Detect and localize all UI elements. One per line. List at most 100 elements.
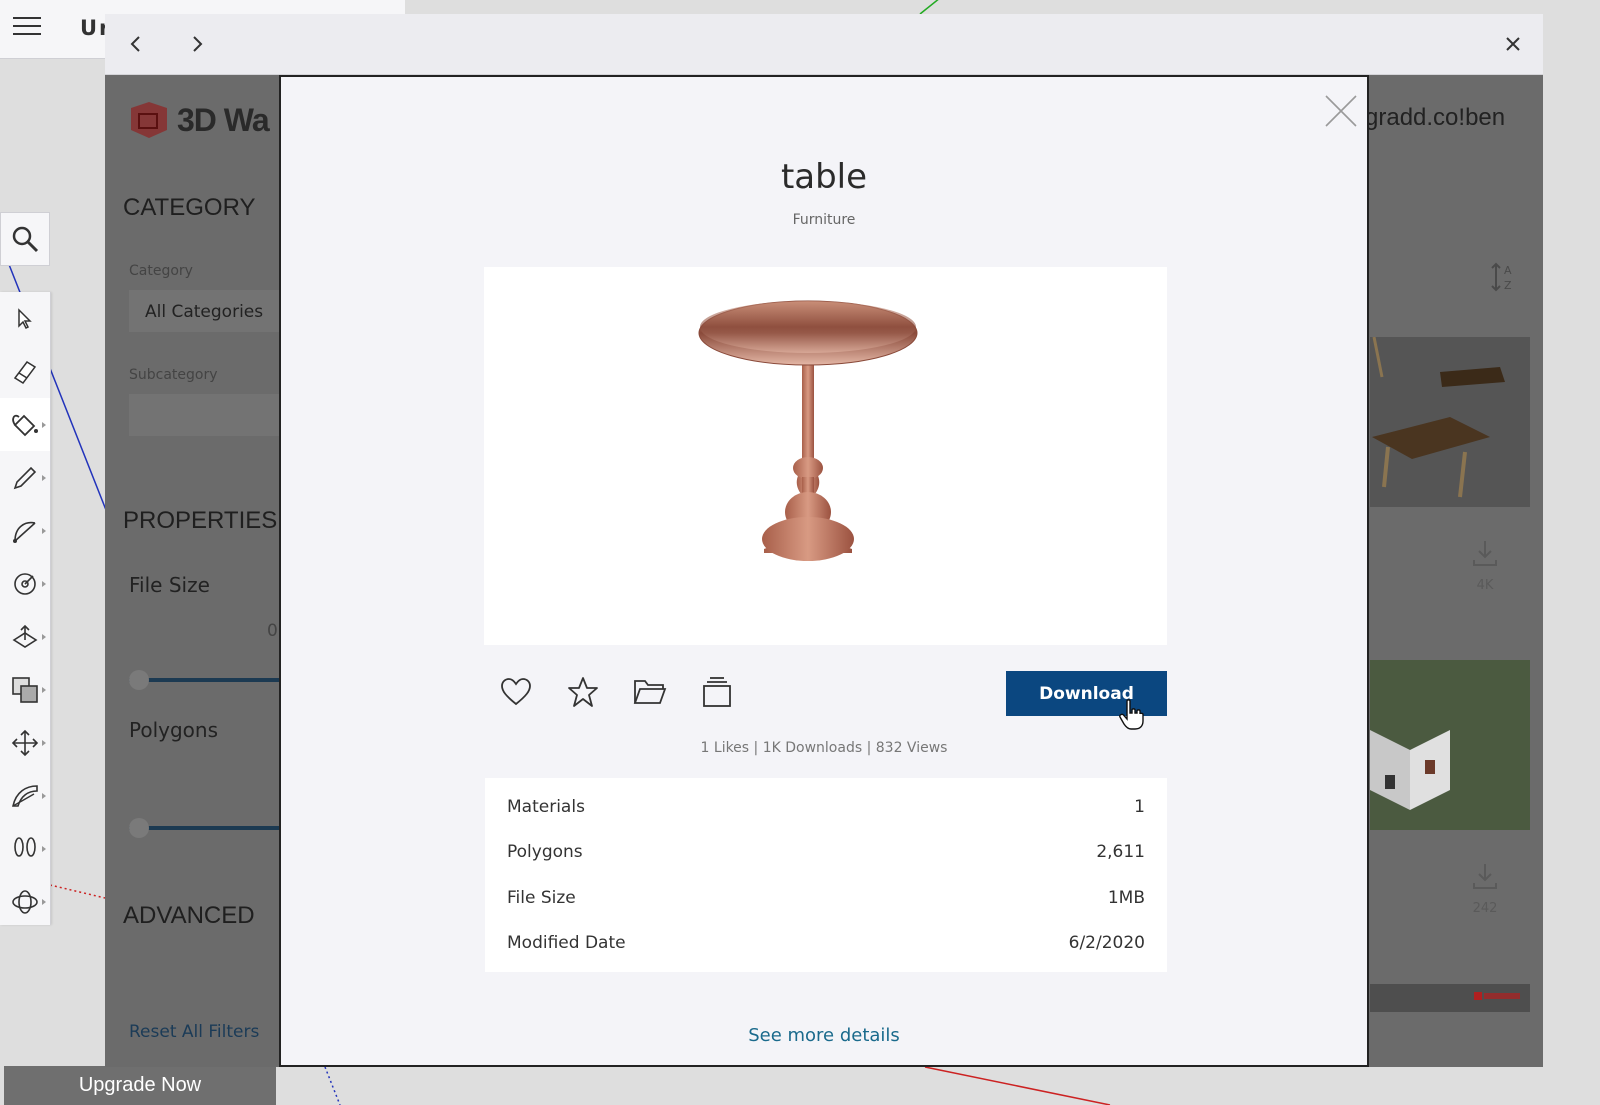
upgrade-now-button[interactable]: Upgrade Now bbox=[4, 1066, 276, 1105]
protractor-tool[interactable] bbox=[0, 769, 50, 822]
warehouse-logo[interactable]: 3D Wa bbox=[127, 100, 270, 140]
paint-bucket-icon bbox=[12, 414, 38, 436]
table-model-render bbox=[698, 300, 918, 561]
table-thumbnail-image bbox=[1372, 336, 1505, 498]
arc-tool[interactable] bbox=[0, 504, 50, 557]
chevron-left-icon bbox=[130, 36, 140, 52]
detail-label: Modified Date bbox=[507, 933, 626, 954]
house-thumbnail-image bbox=[1370, 730, 1450, 810]
arc-icon bbox=[13, 521, 36, 543]
menu-icon[interactable] bbox=[13, 17, 41, 37]
detail-value: 1 bbox=[1134, 796, 1145, 817]
rotate-tool[interactable] bbox=[0, 557, 50, 610]
file-size-slider[interactable] bbox=[129, 678, 279, 682]
sort-az-icon[interactable]: AZ bbox=[1490, 261, 1520, 293]
download-icon[interactable] bbox=[1470, 861, 1500, 891]
svg-text:Z: Z bbox=[1504, 279, 1512, 292]
back-button[interactable] bbox=[120, 28, 152, 60]
chevron-right-icon bbox=[193, 36, 203, 52]
folder-icon bbox=[633, 680, 667, 704]
search-icon bbox=[12, 226, 39, 253]
offset-icon bbox=[12, 676, 38, 703]
move-tool[interactable] bbox=[0, 716, 50, 769]
subcategory-label: Subcategory bbox=[129, 367, 218, 383]
view-in-3d-button[interactable] bbox=[700, 675, 734, 709]
file-size-label: File Size bbox=[129, 573, 210, 597]
walk-tool[interactable] bbox=[0, 822, 50, 875]
category-select[interactable]: All Categories bbox=[129, 290, 279, 332]
rotate-icon bbox=[14, 572, 36, 595]
download-icon[interactable] bbox=[1470, 538, 1500, 568]
close-window-button[interactable] bbox=[1497, 28, 1529, 60]
eraser-icon bbox=[13, 360, 37, 384]
add-to-collection-button[interactable] bbox=[633, 675, 667, 709]
properties-heading: PROPERTIES bbox=[123, 507, 278, 534]
pencil-tool[interactable] bbox=[0, 451, 50, 504]
eraser-tool[interactable] bbox=[0, 345, 50, 398]
see-more-details-link[interactable]: See more details bbox=[281, 1025, 1367, 1046]
detail-value: 2,611 bbox=[1096, 842, 1145, 863]
hand-cursor-icon bbox=[1119, 699, 1144, 730]
protractor-icon bbox=[12, 784, 38, 807]
sketchup-toolbar bbox=[0, 292, 51, 925]
search-tool[interactable] bbox=[0, 212, 50, 266]
result-thumbnail-3[interactable] bbox=[1370, 984, 1530, 1012]
subcategory-select[interactable] bbox=[129, 394, 279, 436]
file-size-slider-handle[interactable] bbox=[129, 670, 149, 690]
model-details-table: Materials 1 Polygons 2,611 File Size 1MB… bbox=[485, 778, 1167, 972]
warehouse-logo-text: 3D Wa bbox=[177, 101, 270, 138]
detail-row-materials: Materials 1 bbox=[485, 784, 1167, 830]
model-preview-image[interactable] bbox=[484, 267, 1167, 645]
result-thumbnail-2[interactable] bbox=[1370, 660, 1530, 830]
detail-row-polygons: Polygons 2,611 bbox=[485, 830, 1167, 876]
category-heading: CATEGORY bbox=[123, 194, 256, 221]
push-pull-tool[interactable] bbox=[0, 610, 50, 663]
result-2-download-count: 242 bbox=[1472, 901, 1498, 916]
svg-text:A: A bbox=[1504, 264, 1512, 277]
advanced-heading: ADVANCED bbox=[123, 902, 255, 929]
pencil-icon bbox=[13, 466, 37, 489]
close-icon bbox=[1325, 95, 1357, 127]
move-icon bbox=[11, 729, 39, 756]
stack-icon bbox=[703, 677, 731, 707]
sketchup-logo-badge bbox=[1474, 992, 1520, 1000]
close-icon bbox=[1506, 37, 1520, 51]
forward-button[interactable] bbox=[181, 28, 213, 60]
file-size-min: 0 bbox=[267, 621, 278, 641]
favorite-button[interactable] bbox=[566, 675, 600, 709]
heart-icon bbox=[501, 678, 531, 706]
warehouse-nav-bar bbox=[105, 14, 1543, 75]
star-icon bbox=[568, 677, 598, 707]
select-arrow-icon bbox=[18, 307, 32, 329]
result-1-download-count: 4K bbox=[1476, 578, 1494, 593]
polygons-slider[interactable] bbox=[129, 826, 279, 830]
push-pull-icon bbox=[12, 624, 38, 648]
model-title: table bbox=[780, 157, 868, 197]
offset-tool[interactable] bbox=[0, 663, 50, 716]
paint-bucket-tool[interactable] bbox=[0, 398, 50, 451]
detail-label: File Size bbox=[507, 887, 576, 908]
detail-row-modified-date: Modified Date 6/2/2020 bbox=[485, 921, 1167, 967]
user-name[interactable]: gradd.co!ben bbox=[1365, 104, 1505, 132]
polygons-slider-handle[interactable] bbox=[129, 818, 149, 838]
like-button[interactable] bbox=[499, 675, 533, 709]
category-label: Category bbox=[129, 263, 193, 279]
detail-row-file-size: File Size 1MB bbox=[485, 875, 1167, 921]
model-actions bbox=[499, 675, 734, 709]
detail-value: 1MB bbox=[1107, 887, 1145, 908]
orbit-icon bbox=[12, 889, 38, 914]
detail-label: Materials bbox=[507, 796, 585, 817]
footprints-icon bbox=[14, 836, 36, 857]
warehouse-logo-icon bbox=[131, 102, 167, 138]
model-stats: 1 Likes | 1K Downloads | 832 Views bbox=[700, 740, 948, 756]
orbit-tool[interactable] bbox=[0, 875, 50, 928]
select-tool[interactable] bbox=[0, 292, 50, 345]
detail-value: 6/2/2020 bbox=[1068, 933, 1145, 954]
modal-close-button[interactable] bbox=[1321, 91, 1361, 131]
result-thumbnail-1[interactable] bbox=[1370, 336, 1530, 507]
model-category[interactable]: Furniture bbox=[281, 212, 1367, 228]
detail-label: Polygons bbox=[507, 842, 583, 863]
model-detail-modal: table Furniture Download 1 Likes | 1K Do… bbox=[279, 75, 1369, 1067]
reset-filters-link[interactable]: Reset All Filters bbox=[129, 1022, 259, 1042]
polygons-label: Polygons bbox=[129, 718, 219, 742]
